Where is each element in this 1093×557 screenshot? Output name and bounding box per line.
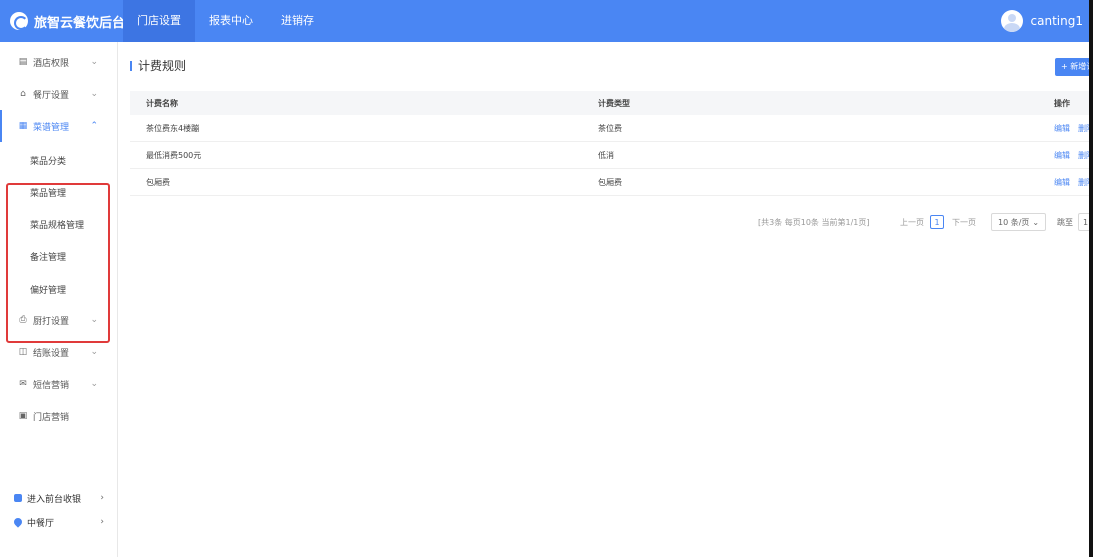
column-header-type: 计费类型 xyxy=(598,98,630,108)
sidebar-item-restaurant-settings[interactable]: ⌂ 餐厅设置 ⌄ xyxy=(0,78,118,110)
cell-type: 包厢费 xyxy=(598,177,622,187)
sidebar-item-menu-management[interactable]: ▦ 菜谱管理 ⌃ xyxy=(0,110,118,142)
cashier-icon xyxy=(14,494,22,502)
store-icon: ▣ xyxy=(18,411,28,421)
sidebar-item-hotel-permissions[interactable]: ▤ 酒店权限 ⌄ xyxy=(0,46,118,78)
chevron-down-icon: ⌄ xyxy=(90,89,98,99)
sidebar-item-label: 餐厅设置 xyxy=(33,90,70,101)
pagination-summary: [共3条 每页10条 当前第1/1页] xyxy=(758,217,870,227)
table-row: 包厢费 包厢费 编辑 删除 xyxy=(130,169,1093,196)
add-billing-rule-button[interactable]: + 新增计 xyxy=(1055,58,1093,76)
location-icon xyxy=(12,516,24,528)
submenu-item-dish-management[interactable]: 菜品管理 xyxy=(30,186,66,199)
sidebar: ▤ 酒店权限 ⌄ ⌂ 餐厅设置 ⌄ ▦ 菜谱管理 ⌃ 菜品分类 菜品管理 菜品规… xyxy=(0,42,118,557)
chevron-down-icon: ⌄ xyxy=(90,57,98,67)
submenu-item-dish-spec-management[interactable]: 菜品规格管理 xyxy=(30,218,84,231)
sidebar-item-kitchen-print-settings[interactable]: ⎙ 厨打设置 ⌄ xyxy=(0,304,118,336)
user-menu[interactable]: canting1 xyxy=(1000,0,1083,42)
sidebar-item-sms-marketing[interactable]: ✉ 短信营销 ⌄ xyxy=(0,368,118,400)
chevron-down-icon: ⌄ xyxy=(90,347,98,357)
chevron-down-icon: ⌄ xyxy=(1032,217,1040,227)
sidebar-item-label: 结账设置 xyxy=(33,348,70,359)
top-bar: 旅智云餐饮后台 门店设置 报表中心 进销存 canting1 xyxy=(0,0,1093,42)
page-number-current[interactable]: 1 xyxy=(930,213,944,231)
mail-icon: ✉ xyxy=(19,379,27,389)
cell-type: 茶位费 xyxy=(598,123,622,133)
enter-cashier-label: 进入前台收银 xyxy=(27,494,82,505)
edit-link[interactable]: 编辑 xyxy=(1054,123,1070,134)
printer-icon: ⎙ xyxy=(19,315,27,325)
cell-type: 低消 xyxy=(598,150,614,160)
edit-link[interactable]: 编辑 xyxy=(1054,177,1070,188)
chevron-down-icon: ⌄ xyxy=(90,379,98,389)
cell-actions: 编辑 删除 xyxy=(1054,169,1093,195)
chevron-right-icon: › xyxy=(100,493,104,503)
sidebar-item-label: 菜谱管理 xyxy=(33,122,70,133)
cell-name: 最低消费500元 xyxy=(146,150,202,160)
brand-name: 旅智云餐饮后台 xyxy=(34,15,126,31)
restaurant-switch-link[interactable]: 中餐厅 › xyxy=(12,514,114,530)
page-title-text: 计费规则 xyxy=(138,59,187,73)
topnav-inventory[interactable]: 进销存 xyxy=(267,0,328,42)
chevron-up-icon: ⌃ xyxy=(90,121,98,131)
edit-link[interactable]: 编辑 xyxy=(1054,150,1070,161)
enter-cashier-link[interactable]: 进入前台收银 › xyxy=(14,490,114,506)
chevron-down-icon: ⌄ xyxy=(90,315,98,325)
sidebar-item-label: 厨打设置 xyxy=(33,316,70,327)
prev-page-button[interactable]: 上一页 xyxy=(900,213,924,231)
jump-label: 跳至 xyxy=(1057,217,1073,227)
cell-actions: 编辑 删除 xyxy=(1054,142,1093,168)
cell-actions: 编辑 删除 xyxy=(1054,115,1093,141)
sidebar-item-checkout-settings[interactable]: ◫ 结账设置 ⌄ xyxy=(0,336,118,368)
table-row: 最低消费500元 低消 编辑 删除 xyxy=(130,142,1093,169)
column-header-actions: 操作 xyxy=(1054,98,1070,108)
next-page-button[interactable]: 下一页 xyxy=(952,213,976,231)
brand[interactable]: 旅智云餐饮后台 xyxy=(10,0,125,42)
checkout-icon: ◫ xyxy=(18,347,28,357)
restaurant-name: 中餐厅 xyxy=(27,518,55,529)
grid-icon: ▦ xyxy=(18,121,28,131)
sidebar-item-label: 酒店权限 xyxy=(33,58,70,69)
page-number-box[interactable]: 1 xyxy=(930,215,944,229)
main-content: 计费规则 + 新增计 计费名称 计费类型 操作 茶位费东4楼蹦 茶位费 编辑 删… xyxy=(118,42,1093,557)
avatar[interactable] xyxy=(1000,10,1023,32)
window-edge xyxy=(1089,0,1093,557)
billing-rules-table: 计费名称 计费类型 操作 茶位费东4楼蹦 茶位费 编辑 删除 最低消费500元 … xyxy=(130,91,1093,196)
page-size-label: 10 条/页 xyxy=(998,217,1030,227)
sidebar-item-label: 门店营销 xyxy=(33,412,70,423)
cell-name: 包厢费 xyxy=(146,177,170,187)
topnav-store-settings[interactable]: 门店设置 xyxy=(123,0,195,42)
hotel-icon: ▤ xyxy=(18,57,28,67)
page-size-value[interactable]: 10 条/页 ⌄ xyxy=(991,213,1047,231)
sidebar-item-store-marketing[interactable]: ▣ 门店营销 xyxy=(0,400,118,432)
user-name: canting1 xyxy=(1030,14,1083,28)
page-size-select[interactable]: 10 条/页 ⌄ xyxy=(991,213,1047,231)
table-header: 计费名称 计费类型 操作 xyxy=(130,91,1093,115)
pagination: [共3条 每页10条 当前第1/1页] 上一页 1 下一页 10 条/页 ⌄ 跳… xyxy=(118,213,1093,231)
home-icon: ⌂ xyxy=(20,89,26,99)
chevron-right-icon: › xyxy=(100,517,104,527)
topnav-reports[interactable]: 报表中心 xyxy=(195,0,267,42)
brand-logo-icon xyxy=(10,12,28,30)
sidebar-item-label: 短信营销 xyxy=(33,380,70,391)
table-row: 茶位费东4楼蹦 茶位费 编辑 删除 xyxy=(130,115,1093,142)
page-title: 计费规则 xyxy=(130,57,186,74)
title-accent-bar xyxy=(130,60,132,71)
submenu-item-preference-management[interactable]: 偏好管理 xyxy=(30,283,66,296)
column-header-name: 计费名称 xyxy=(146,98,178,108)
submenu-item-dish-category[interactable]: 菜品分类 xyxy=(30,154,66,167)
top-nav: 门店设置 报表中心 进销存 xyxy=(123,0,328,42)
submenu-item-note-management[interactable]: 备注管理 xyxy=(30,250,66,263)
cell-name: 茶位费东4楼蹦 xyxy=(146,123,200,133)
